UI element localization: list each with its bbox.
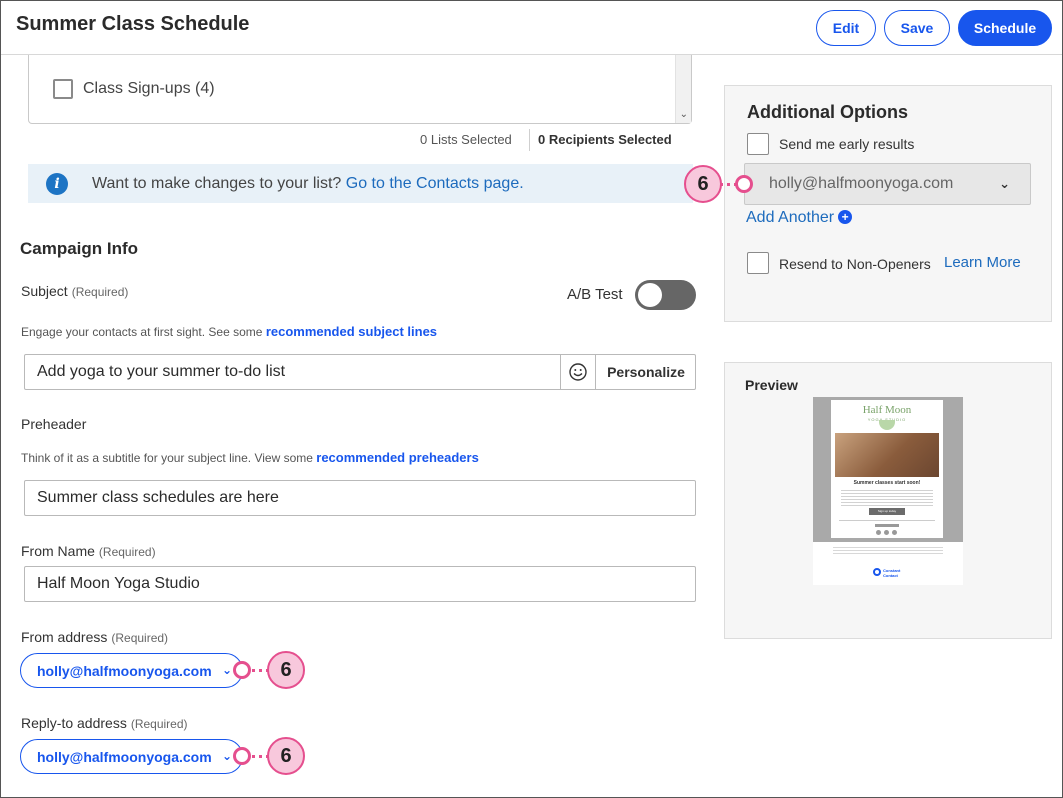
instagram-icon <box>884 530 889 535</box>
early-results-label: Send me early results <box>779 136 915 152</box>
preheader-help-text: Think of it as a subtitle for your subje… <box>21 451 313 465</box>
callout-badge: 6 <box>267 737 305 775</box>
divider <box>529 129 530 151</box>
email-footer: Constant Contact <box>813 542 963 585</box>
ab-test-label: A/B Test <box>567 286 623 303</box>
toggle-knob <box>638 283 662 307</box>
reply-to-select[interactable]: holly@halfmoonyoga.com ⌄ <box>20 739 243 774</box>
banner-message: Want to make changes to your list? Go to… <box>92 175 524 193</box>
yoga-class-photo <box>835 433 939 477</box>
preview-phone <box>875 524 899 527</box>
lists-selected-count: 0 Lists Selected <box>420 132 512 147</box>
contact-list-box: Class Sign-ups (4) ⌄ <box>28 55 692 124</box>
from-address-select[interactable]: holly@halfmoonyoga.com ⌄ <box>20 653 243 688</box>
page-header: Summer Class Schedule Edit Save Schedule <box>1 1 1062 55</box>
callout-dot <box>233 661 251 679</box>
from-name-input[interactable]: Half Moon Yoga Studio <box>24 566 696 602</box>
additional-options-title: Additional Options <box>747 102 908 122</box>
from-name-label-text: From Name <box>21 543 95 559</box>
reply-to-value: holly@halfmoonyoga.com <box>37 748 212 765</box>
app-window: Summer Class Schedule Edit Save Schedule… <box>0 0 1063 798</box>
facebook-icon <box>876 530 881 535</box>
recipients-selected-count: 0 Recipients Selected <box>538 132 672 147</box>
preview-divider <box>839 520 935 521</box>
class-signups-label: Class Sign-ups (4) <box>83 80 215 97</box>
personalize-button[interactable]: Personalize <box>595 355 696 389</box>
subject-help: Engage your contacts at first sight. See… <box>21 324 437 339</box>
preview-title: Preview <box>745 377 798 393</box>
reply-to-label: Reply-to address (Required) <box>21 715 188 731</box>
recommended-preheaders-link[interactable]: recommended preheaders <box>316 450 479 465</box>
moon-logo-icon <box>879 420 895 430</box>
preview-headline: Summer classes start soon! <box>853 480 921 486</box>
preheader-help: Think of it as a subtitle for your subje… <box>21 450 479 465</box>
reply-to-label-text: Reply-to address <box>21 715 127 731</box>
plus-icon: + <box>838 210 853 224</box>
subject-input[interactable]: Add yoga to your summer to-do list Perso… <box>24 354 696 390</box>
from-address-value: holly@halfmoonyoga.com <box>37 662 212 679</box>
twitter-icon <box>892 530 897 535</box>
footer-text <box>833 545 943 555</box>
callout-dot <box>233 747 251 765</box>
ab-test-toggle[interactable] <box>635 280 696 310</box>
schedule-button[interactable]: Schedule <box>958 10 1052 46</box>
subject-help-text: Engage your contacts at first sight. See… <box>21 325 263 339</box>
add-another-label: Add Another <box>746 209 835 226</box>
preview-cta-button: Sign up today <box>869 508 905 515</box>
required-tag: (Required) <box>71 285 129 299</box>
from-name-label: From Name (Required) <box>21 543 156 559</box>
recommended-subject-lines-link[interactable]: recommended subject lines <box>266 324 437 339</box>
learn-more-link[interactable]: Learn More <box>944 254 1021 271</box>
callout-badge: 6 <box>684 165 722 203</box>
add-another-link[interactable]: Add Another + <box>746 209 853 227</box>
early-results-checkbox[interactable] <box>747 133 769 155</box>
chevron-down-icon: ⌄ <box>221 663 232 677</box>
resend-checkbox[interactable] <box>747 252 769 274</box>
info-icon: i <box>46 173 68 195</box>
banner-text: Want to make changes to your list? <box>92 175 342 192</box>
emoji-button[interactable] <box>560 355 595 389</box>
chevron-down-icon[interactable]: ⌄ <box>680 109 688 120</box>
chevron-down-icon: ⌄ <box>221 749 232 763</box>
campaign-info-heading: Campaign Info <box>20 239 139 258</box>
subject-label: Subject (Required) <box>21 283 128 299</box>
smiley-icon <box>569 363 587 381</box>
chevron-down-icon: ⌄ <box>999 176 1010 191</box>
required-tag: (Required) <box>130 717 188 731</box>
callout-dot <box>735 175 753 193</box>
early-results-email-select[interactable]: holly@halfmoonyoga.com ⌄ <box>744 163 1031 205</box>
list-scrollbar[interactable]: ⌄ <box>675 55 691 123</box>
from-address-label: From address (Required) <box>21 629 168 645</box>
from-name-value: Half Moon Yoga Studio <box>37 575 200 592</box>
preview-brand: Half Moon <box>862 404 912 416</box>
resend-label: Resend to Non-Openers <box>779 256 931 272</box>
constant-contact-logo-icon <box>873 568 881 576</box>
info-banner: i Want to make changes to your list? Go … <box>28 164 693 203</box>
email-body: Half Moon YOGA STUDIO Summer classes sta… <box>831 400 943 538</box>
preheader-input[interactable]: Summer class schedules are here <box>24 480 696 516</box>
subject-value: Add yoga to your summer to-do list <box>37 363 286 380</box>
subject-label-text: Subject <box>21 283 68 299</box>
footer-brand: Constant Contact <box>883 568 901 578</box>
preheader-label: Preheader <box>21 416 87 432</box>
required-tag: (Required) <box>98 545 156 559</box>
early-results-email: holly@halfmoonyoga.com <box>769 175 954 192</box>
save-button[interactable]: Save <box>884 10 950 46</box>
edit-button[interactable]: Edit <box>816 10 876 46</box>
required-tag: (Required) <box>111 631 169 645</box>
class-signups-checkbox[interactable] <box>53 79 73 99</box>
preheader-value: Summer class schedules are here <box>37 489 279 506</box>
email-preview-thumbnail[interactable]: Half Moon YOGA STUDIO Summer classes sta… <box>813 397 963 585</box>
callout-badge: 6 <box>267 651 305 689</box>
from-address-label-text: From address <box>21 629 108 645</box>
page-title: Summer Class Schedule <box>16 13 250 35</box>
contacts-page-link[interactable]: Go to the Contacts page. <box>346 175 524 192</box>
preview-body-text <box>841 488 933 506</box>
